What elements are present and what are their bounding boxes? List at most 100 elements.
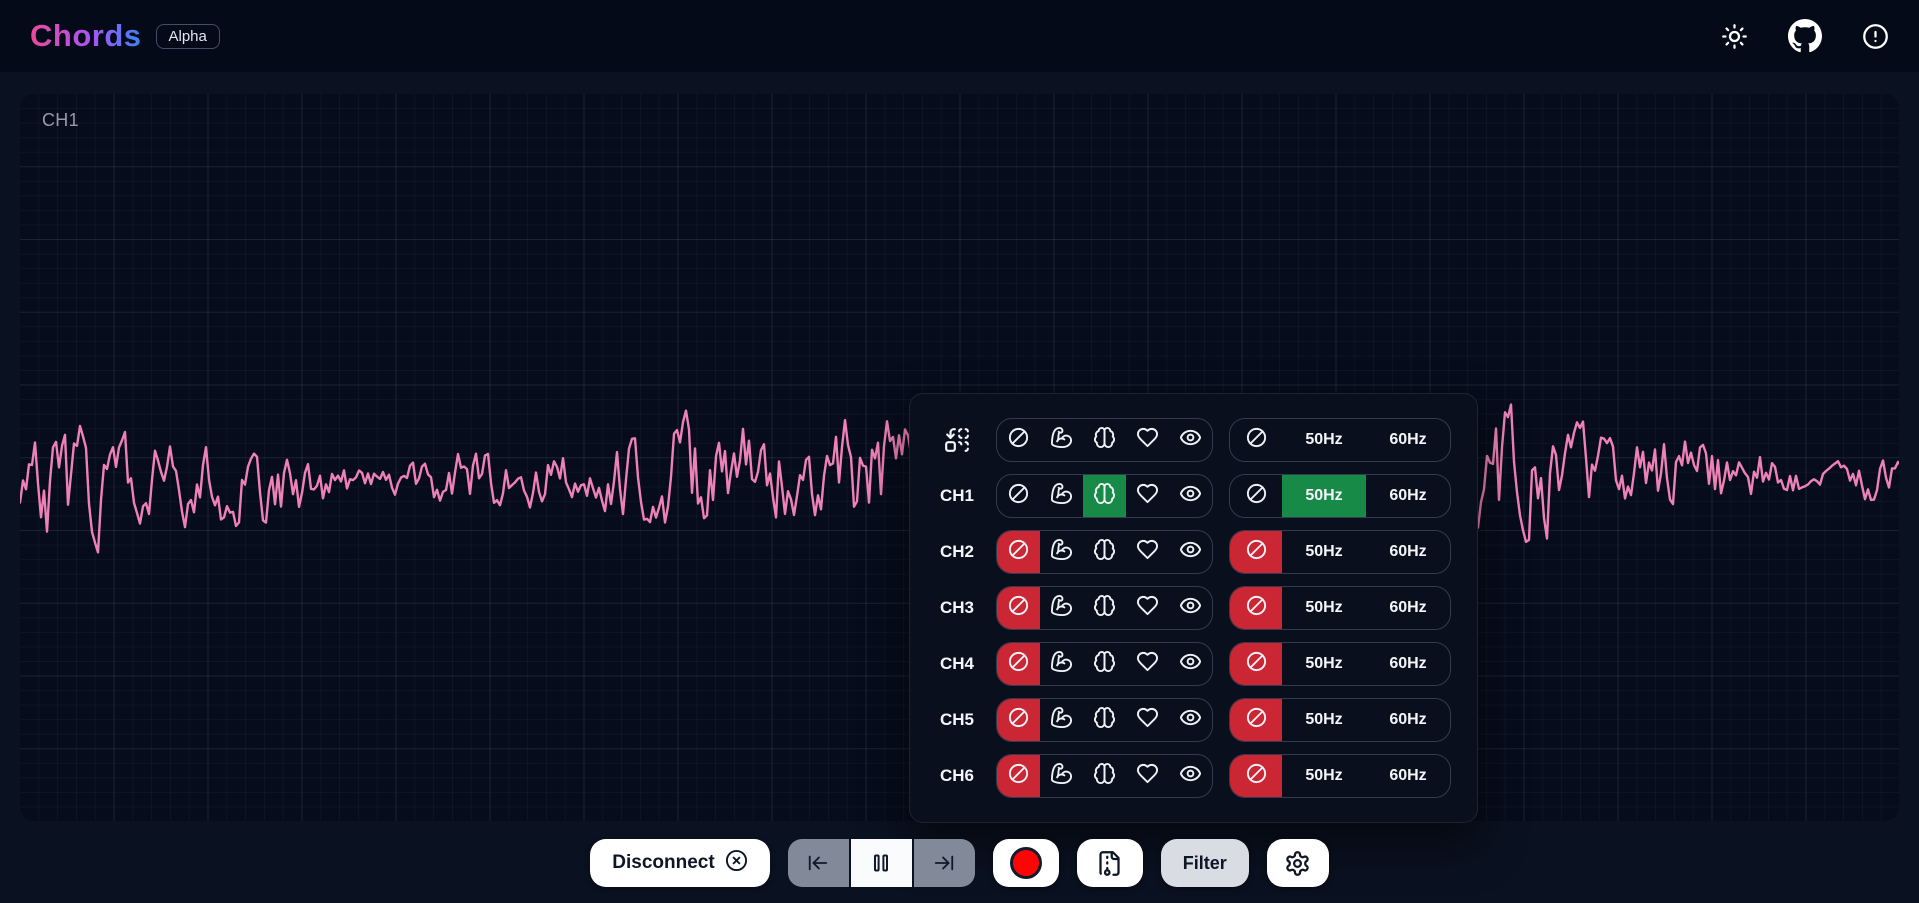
- signal-off-button-ch3[interactable]: [997, 587, 1040, 629]
- heart-ecg-button-ch3[interactable]: [1126, 587, 1169, 629]
- signal-off-button-ch2[interactable]: [997, 531, 1040, 573]
- brain-eeg-button-ch1[interactable]: [1083, 475, 1126, 517]
- filter-button[interactable]: Filter: [1161, 839, 1249, 887]
- heart-ecg-button-ch6[interactable]: [1126, 755, 1169, 797]
- notch-off-button-ch2[interactable]: [1230, 531, 1282, 573]
- notch-50hz-button-ch5[interactable]: 50Hz: [1282, 699, 1366, 741]
- heart-ecg-button-ch2[interactable]: [1126, 531, 1169, 573]
- save-file-button[interactable]: [1077, 839, 1143, 887]
- eye-eog-button-ch3[interactable]: [1169, 587, 1212, 629]
- eye-icon: [1179, 538, 1202, 566]
- signal-filter-group-ch3: [996, 586, 1213, 630]
- eye-eog-button-ch6[interactable]: [1169, 755, 1212, 797]
- heart-icon: [1136, 706, 1159, 734]
- notch-50hz-button-ch6[interactable]: 50Hz: [1282, 755, 1366, 797]
- circle-off-icon: [1245, 426, 1268, 454]
- brain-eeg-button-ch3[interactable]: [1083, 587, 1126, 629]
- circle-off-icon: [1245, 594, 1268, 622]
- muscle-emg-button-ch1[interactable]: [1040, 475, 1083, 517]
- notch-off-button-ch3[interactable]: [1230, 587, 1282, 629]
- circle-off-icon: [1007, 762, 1030, 790]
- signal-off-button-ch1[interactable]: [997, 475, 1040, 517]
- heart-ecg-button-ch5[interactable]: [1126, 699, 1169, 741]
- signal-filter-group-all: [996, 418, 1213, 462]
- notch-off-button-all[interactable]: [1230, 419, 1282, 461]
- notch-60hz-button-ch5[interactable]: 60Hz: [1366, 699, 1450, 741]
- notch-60hz-button-ch3[interactable]: 60Hz: [1366, 587, 1450, 629]
- record-button[interactable]: [993, 839, 1059, 887]
- top-nav: Chords Alpha: [0, 0, 1919, 72]
- heart-icon: [1136, 594, 1159, 622]
- notch-off-button-ch1[interactable]: [1230, 475, 1282, 517]
- notch-50hz-button-ch1[interactable]: 50Hz: [1282, 475, 1366, 517]
- notch-50hz-button-ch3[interactable]: 50Hz: [1282, 587, 1366, 629]
- filter-row-ch1: CH1 50Hz60Hz: [934, 474, 1453, 518]
- brain-icon: [1093, 706, 1116, 734]
- muscle-emg-button-ch5[interactable]: [1040, 699, 1083, 741]
- notch-off-button-ch6[interactable]: [1230, 755, 1282, 797]
- brain-eeg-button-ch2[interactable]: [1083, 531, 1126, 573]
- eye-eog-button-ch4[interactable]: [1169, 643, 1212, 685]
- brain-eeg-button-all[interactable]: [1083, 419, 1126, 461]
- heart-ecg-button-all[interactable]: [1126, 419, 1169, 461]
- eye-eog-button-all[interactable]: [1169, 419, 1212, 461]
- channel-label-ch2: CH2: [934, 542, 980, 562]
- heart-ecg-button-ch1[interactable]: [1126, 475, 1169, 517]
- eye-eog-button-ch1[interactable]: [1169, 475, 1212, 517]
- theme-toggle-sun-icon[interactable]: [1721, 23, 1748, 50]
- notch-filter-group-ch2: 50Hz60Hz: [1229, 530, 1451, 574]
- notch-50hz-button-ch4[interactable]: 50Hz: [1282, 643, 1366, 685]
- biceps-icon: [1050, 482, 1073, 510]
- brain-eeg-button-ch4[interactable]: [1083, 643, 1126, 685]
- signal-off-button-ch4[interactable]: [997, 643, 1040, 685]
- notch-60hz-button-ch2[interactable]: 60Hz: [1366, 531, 1450, 573]
- eye-eog-button-ch5[interactable]: [1169, 699, 1212, 741]
- brain-eeg-button-ch6[interactable]: [1083, 755, 1126, 797]
- apply-to-all-icon: [934, 427, 980, 453]
- filter-row-master: 50Hz60Hz: [934, 418, 1453, 462]
- brain-eeg-button-ch5[interactable]: [1083, 699, 1126, 741]
- notch-60hz-button-all[interactable]: 60Hz: [1366, 419, 1450, 461]
- notch-60hz-button-ch6[interactable]: 60Hz: [1366, 755, 1450, 797]
- nav-actions: [1721, 19, 1889, 53]
- muscle-emg-button-ch2[interactable]: [1040, 531, 1083, 573]
- muscle-emg-button-all[interactable]: [1040, 419, 1083, 461]
- filter-row-ch6: CH650Hz60Hz: [934, 754, 1453, 798]
- pause-button[interactable]: [851, 839, 912, 887]
- notch-filter-group-ch6: 50Hz60Hz: [1229, 754, 1451, 798]
- github-icon[interactable]: [1788, 19, 1822, 53]
- eye-icon: [1179, 426, 1202, 454]
- signal-off-button-ch6[interactable]: [997, 755, 1040, 797]
- info-circle-icon[interactable]: [1862, 23, 1889, 50]
- channel-label-ch3: CH3: [934, 598, 980, 618]
- muscle-emg-button-ch4[interactable]: [1040, 643, 1083, 685]
- channel-label-ch5: CH5: [934, 710, 980, 730]
- circle-off-icon: [1245, 650, 1268, 678]
- record-icon: [1010, 847, 1042, 879]
- channel-label-ch1: CH1: [934, 486, 980, 506]
- signal-off-button-all[interactable]: [997, 419, 1040, 461]
- circle-off-icon: [1245, 706, 1268, 734]
- eye-icon: [1179, 594, 1202, 622]
- notch-off-button-ch4[interactable]: [1230, 643, 1282, 685]
- frame-end-button[interactable]: [914, 839, 975, 887]
- filter-row-ch2: CH2 50Hz60Hz: [934, 530, 1453, 574]
- notch-60hz-button-ch1[interactable]: 60Hz: [1366, 475, 1450, 517]
- muscle-emg-button-ch6[interactable]: [1040, 755, 1083, 797]
- alpha-badge: Alpha: [156, 24, 220, 49]
- heart-icon: [1136, 538, 1159, 566]
- circle-off-icon: [1245, 482, 1268, 510]
- muscle-emg-button-ch3[interactable]: [1040, 587, 1083, 629]
- notch-50hz-button-all[interactable]: 50Hz: [1282, 419, 1366, 461]
- signal-off-button-ch5[interactable]: [997, 699, 1040, 741]
- notch-off-button-ch5[interactable]: [1230, 699, 1282, 741]
- eye-eog-button-ch2[interactable]: [1169, 531, 1212, 573]
- frame-start-button[interactable]: [788, 839, 849, 887]
- brain-icon: [1093, 538, 1116, 566]
- notch-60hz-button-ch4[interactable]: 60Hz: [1366, 643, 1450, 685]
- notch-50hz-button-ch2[interactable]: 50Hz: [1282, 531, 1366, 573]
- disconnect-button[interactable]: Disconnect: [590, 839, 769, 887]
- heart-icon: [1136, 426, 1159, 454]
- settings-button[interactable]: [1267, 839, 1329, 887]
- heart-ecg-button-ch4[interactable]: [1126, 643, 1169, 685]
